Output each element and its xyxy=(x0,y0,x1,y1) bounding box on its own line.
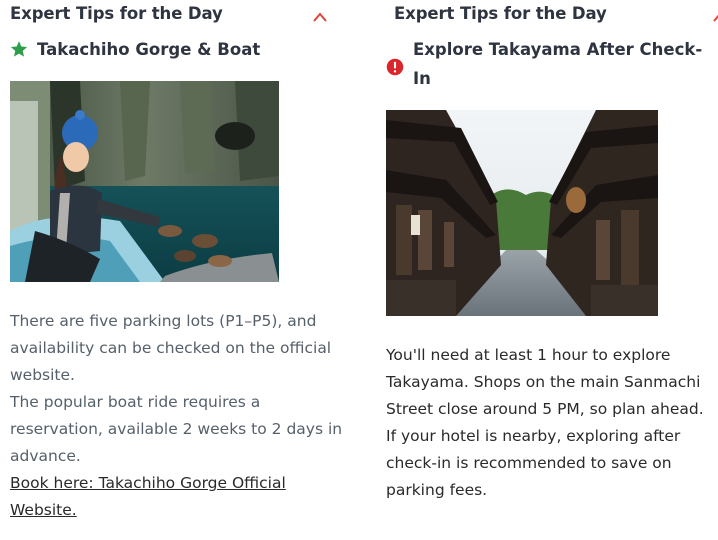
right-tip-card: Expert Tips for the Day Explore Takayama… xyxy=(376,0,718,540)
alert-icon xyxy=(386,58,404,76)
tip-paragraph: If your hotel is nearby, exploring after… xyxy=(386,427,681,499)
chevron-up-icon[interactable] xyxy=(712,11,718,23)
section-header[interactable]: Expert Tips for the Day xyxy=(394,2,718,28)
takayama-street-photo xyxy=(386,110,658,316)
gorge-boat-photo xyxy=(10,81,279,282)
tip-body: You'll need at least 1 hour to explore T… xyxy=(386,342,716,504)
section-title: Expert Tips for the Day xyxy=(10,4,223,23)
tip-title: Takachiho Gorge & Boat xyxy=(37,40,261,59)
tip-body: There are five parking lots (P1–P5), and… xyxy=(10,308,345,524)
booking-link[interactable]: Book here: Takachiho Gorge Official Webs… xyxy=(10,474,286,519)
chevron-up-icon[interactable] xyxy=(312,11,328,23)
section-header[interactable]: Expert Tips for the Day xyxy=(10,2,350,28)
tip-paragraph: You'll need at least 1 hour to explore T… xyxy=(386,346,704,418)
tip-paragraph: There are five parking lots (P1–P5), and… xyxy=(10,312,332,384)
star-icon xyxy=(10,41,28,57)
left-tip-card: Expert Tips for the Day Takachiho Gorge … xyxy=(0,0,350,540)
section-title: Expert Tips for the Day xyxy=(394,4,607,23)
tip-title: Explore Takayama After Check-In xyxy=(413,40,703,88)
tip-paragraph: The popular boat ride requires a reserva… xyxy=(10,393,343,465)
